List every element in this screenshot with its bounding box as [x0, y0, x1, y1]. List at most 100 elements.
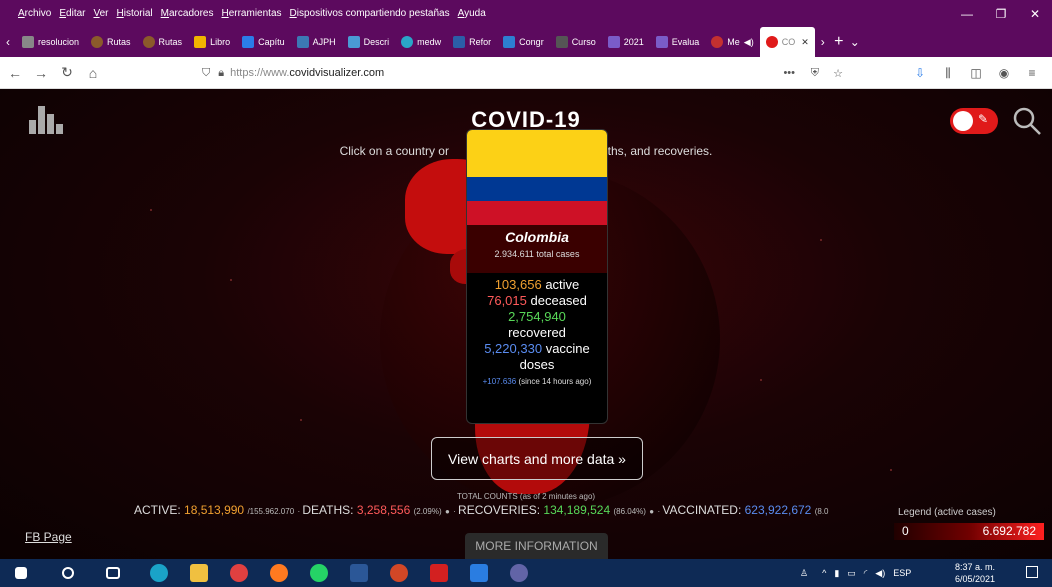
info-icon[interactable]: ●: [649, 507, 654, 516]
download-icon[interactable]: ⇩: [906, 66, 934, 80]
tab-favicon-icon: [453, 36, 466, 48]
tab-label: medw: [417, 37, 442, 47]
toolbar-right: ⇩ ⫼ ◫ ◉ ≡: [906, 57, 1046, 89]
whatsapp-icon[interactable]: [310, 564, 328, 582]
teams-icon[interactable]: [510, 564, 528, 582]
battery-icon[interactable]: ▮: [834, 568, 839, 579]
tab[interactable]: Rutas: [85, 27, 137, 57]
tab-label: 2021: [623, 37, 644, 47]
tab-favicon-icon: [142, 36, 155, 48]
tab-favicon-icon: [194, 36, 207, 48]
menu-editar[interactable]: Editar: [59, 8, 85, 19]
menu-historial[interactable]: Historial: [117, 8, 153, 19]
edge-icon[interactable]: [150, 564, 168, 582]
forward-icon[interactable]: →: [30, 62, 52, 84]
menu-icon[interactable]: ≡: [1018, 66, 1046, 80]
media-player-icon[interactable]: [470, 564, 488, 582]
wifi-icon[interactable]: ◜: [864, 568, 868, 579]
tab[interactable]: Curso: [550, 27, 602, 57]
recoveries-total-value: 134,189,524: [543, 503, 611, 517]
people-icon[interactable]: ♙: [800, 568, 808, 579]
delta-value: +107.636: [482, 377, 517, 386]
tabs-scroll-left-icon[interactable]: ‹: [0, 35, 16, 49]
tabs-scroll-right-icon[interactable]: ›: [815, 35, 831, 49]
menu-ver[interactable]: Ver: [93, 8, 108, 19]
lock-icon[interactable]: 🔒︎: [218, 67, 224, 80]
clock[interactable]: 8:37 a. m. 6/05/2021: [955, 561, 995, 585]
total-counts-label: TOTAL COUNTS (as of 2 minutes ago): [456, 492, 596, 501]
tab-label: Evalua: [671, 37, 700, 47]
restore-icon[interactable]: ❐: [984, 0, 1018, 27]
network-icon[interactable]: ▭: [847, 568, 856, 579]
recoveries-total-pct: (86.04%): [613, 507, 646, 516]
view-charts-button[interactable]: View charts and more data »: [431, 437, 643, 480]
pencil-icon: ✎: [978, 112, 989, 126]
menu-dispositivos[interactable]: Dispositivos compartiendo pestañas: [290, 8, 450, 19]
tab-label: AJPH: [312, 37, 336, 47]
background-star: [300, 419, 302, 421]
chrome-icon[interactable]: [230, 564, 248, 582]
tab[interactable]: Refor: [447, 27, 497, 57]
menu-herramientas[interactable]: Herramientas: [221, 8, 281, 19]
tab[interactable]: Rutas: [137, 27, 189, 57]
more-information-button[interactable]: MORE INFORMATION: [465, 533, 608, 559]
tab-favicon-icon: [655, 36, 668, 48]
tab[interactable]: AJPH: [291, 27, 342, 57]
menu-bar: Archivo Editar Ver Historial Marcadores …: [0, 0, 1052, 27]
account-icon[interactable]: ◉: [990, 66, 1018, 80]
notifications-icon[interactable]: [1026, 566, 1038, 578]
url-protocol: https://www.: [230, 67, 290, 79]
tab[interactable]: Capítu: [236, 27, 291, 57]
tab[interactable]: Evalua: [650, 27, 706, 57]
file-explorer-icon[interactable]: [190, 564, 208, 582]
tab-label: Rutas: [158, 37, 183, 47]
list-tabs-icon[interactable]: ⌄: [847, 35, 863, 49]
address-bar[interactable]: ⛉ 🔒︎ https://www. covidvisualizer.com •••…: [202, 61, 857, 85]
active-total-value: 18,513,990: [184, 503, 245, 517]
shield-icon[interactable]: ⛉: [202, 67, 210, 80]
powerpoint-icon[interactable]: [390, 564, 408, 582]
background-star: [890, 469, 892, 471]
volume-icon[interactable]: ◀): [875, 568, 885, 579]
tray-expand-icon[interactable]: ^: [822, 568, 826, 578]
active-total-of: /155.962.070: [247, 507, 295, 516]
tab[interactable]: Congr: [497, 27, 550, 57]
minimize-icon[interactable]: —: [950, 0, 984, 27]
pocket-icon[interactable]: ⛨: [811, 67, 819, 80]
tab-active[interactable]: CO ✕: [759, 27, 815, 57]
back-icon[interactable]: ←: [4, 62, 26, 84]
recoveries-total-label: RECOVERIES:: [458, 503, 541, 517]
fb-page-link[interactable]: FB Page: [25, 530, 72, 544]
windows-start-icon[interactable]: [15, 567, 27, 579]
page-actions-icon[interactable]: •••: [783, 67, 795, 79]
reload-icon[interactable]: ↻: [56, 62, 78, 84]
tab[interactable]: medw: [395, 27, 447, 57]
legend-min: 0: [902, 524, 909, 538]
navigation-bar: ← → ↻ ⌂ ⛉ 🔒︎ https://www. covidvisualizer…: [0, 57, 1052, 89]
new-tab-icon[interactable]: +: [831, 33, 847, 51]
tab[interactable]: 2021: [602, 27, 650, 57]
firefox-icon[interactable]: [270, 564, 288, 582]
search-icon[interactable]: [1012, 106, 1042, 136]
language-indicator[interactable]: ESP: [893, 568, 911, 578]
tab[interactable]: Me ◀): [705, 27, 759, 57]
close-window-icon[interactable]: ✕: [1018, 0, 1052, 27]
close-tab-icon[interactable]: ✕: [801, 37, 809, 48]
menu-ayuda[interactable]: Ayuda: [458, 8, 486, 19]
bookmark-star-icon[interactable]: ☆: [833, 67, 843, 80]
tab[interactable]: Descri: [342, 27, 396, 57]
tab[interactable]: Libro: [188, 27, 236, 57]
sidebar-icon[interactable]: ◫: [962, 66, 990, 80]
theme-toggle[interactable]: ✎: [950, 108, 998, 134]
library-icon[interactable]: ⫼: [934, 66, 962, 81]
speaker-icon[interactable]: ◀): [744, 37, 754, 48]
menu-marcadores[interactable]: Marcadores: [161, 8, 214, 19]
word-icon[interactable]: [350, 564, 368, 582]
acrobat-icon[interactable]: [430, 564, 448, 582]
tab[interactable]: resolucion: [16, 27, 85, 57]
search-taskbar-icon[interactable]: [62, 567, 74, 579]
task-view-icon[interactable]: [106, 567, 120, 579]
info-icon[interactable]: ●: [445, 507, 450, 516]
home-icon[interactable]: ⌂: [82, 62, 104, 84]
menu-archivo[interactable]: Archivo: [18, 8, 51, 19]
